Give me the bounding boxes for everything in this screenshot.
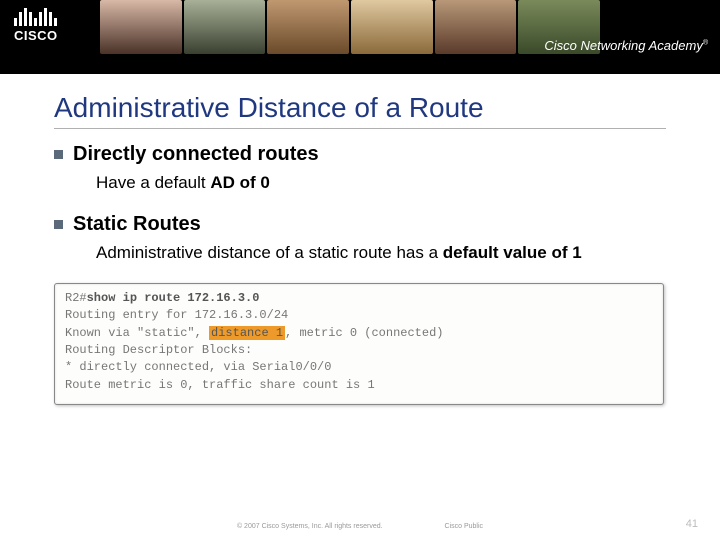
cli-output-box: R2#show ip route 172.16.3.0 Routing entr… [54,283,664,405]
cli-line: Routing entry for 172.16.3.0/24 [65,307,653,324]
slide-header: CISCO Cisco Networking Academy® [0,0,720,74]
slide-content: Administrative Distance of a Route Direc… [0,74,720,405]
slide-title: Administrative Distance of a Route [54,92,666,129]
bullet-item: Directly connected routes [54,143,666,166]
cisco-logo-text: CISCO [14,28,58,43]
cli-line: Routing Descriptor Blocks: [65,342,653,359]
cisco-logo-bars-icon [14,6,57,26]
bullet-subtext: Have a default AD of 0 [96,172,666,195]
bullet-heading: Static Routes [73,213,201,236]
cisco-logo: CISCO [14,6,58,43]
footer-classification: Cisco Public [445,523,484,530]
cli-line: Route metric is 0, traffic share count i… [65,377,653,394]
academy-label: Cisco Networking Academy® [544,38,708,53]
bullet-item: Static Routes [54,213,666,236]
cli-line: Known via "static", distance 1, metric 0… [65,325,653,342]
bullet-subtext: Administrative distance of a static rout… [96,242,666,265]
cli-command-line: R2#show ip route 172.16.3.0 [65,290,653,307]
slide-footer: © 2007 Cisco Systems, Inc. All rights re… [0,523,720,530]
banner-people-strip [100,0,600,54]
cli-highlight: distance 1 [209,326,285,340]
cli-line: * directly connected, via Serial0/0/0 [65,359,653,376]
bullet-square-icon [54,150,63,159]
bullet-heading: Directly connected routes [73,143,319,166]
footer-copyright: © 2007 Cisco Systems, Inc. All rights re… [237,523,383,530]
page-number: 41 [686,518,698,530]
bullet-square-icon [54,220,63,229]
